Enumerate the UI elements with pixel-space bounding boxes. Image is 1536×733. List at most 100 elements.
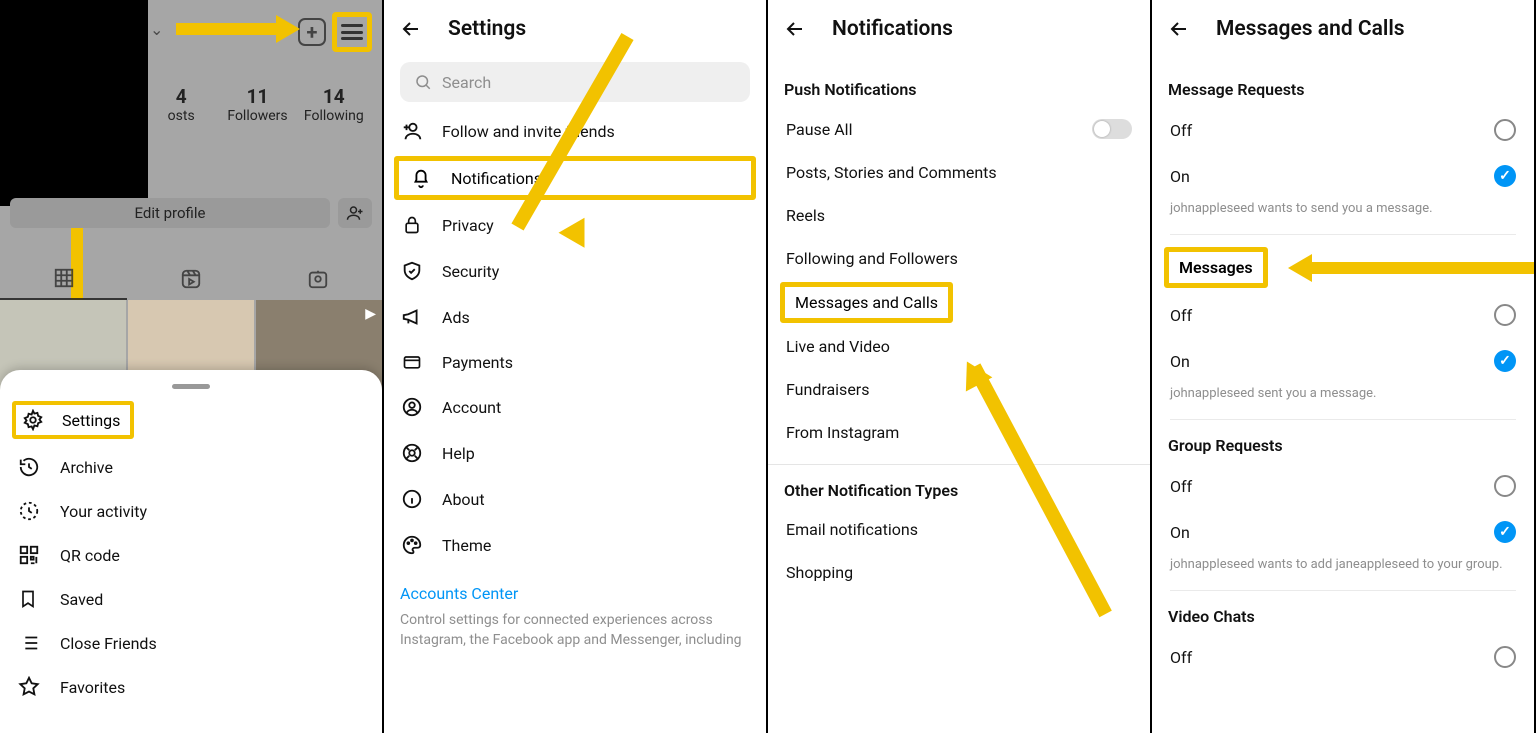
item-account[interactable]: Account <box>384 384 766 430</box>
accounts-center-link[interactable]: Accounts Center <box>384 568 766 607</box>
item-notifications[interactable]: Notifications <box>394 156 756 200</box>
radio-unselected[interactable] <box>1494 119 1516 141</box>
search-input[interactable]: Search <box>400 62 750 102</box>
radio-unselected[interactable] <box>1494 646 1516 668</box>
radio-row-off[interactable]: Off <box>1152 463 1534 509</box>
radio-row-off[interactable]: Off <box>1152 634 1534 680</box>
back-button[interactable] <box>1166 16 1192 42</box>
row-reels[interactable]: Reels <box>768 194 1150 237</box>
row-pause-all[interactable]: Pause All <box>768 107 1150 151</box>
row-messages-calls[interactable]: Messages and Calls <box>780 282 953 323</box>
accounts-center-desc: Control settings for connected experienc… <box>384 607 766 654</box>
menu-item-qr[interactable]: QR code <box>0 533 382 577</box>
item-label: Notifications <box>451 169 542 188</box>
radio-selected[interactable] <box>1494 350 1516 372</box>
toggle-off[interactable] <box>1092 119 1132 139</box>
row-following[interactable]: Following and Followers <box>768 237 1150 280</box>
section-message-requests: Message Requests <box>1152 58 1534 107</box>
chevron-down-icon[interactable]: ⌄ <box>150 20 163 39</box>
section-push: Push Notifications <box>768 58 1150 107</box>
help-icon <box>400 442 424 464</box>
row-from-instagram[interactable]: From Instagram <box>768 411 1150 454</box>
menu-label: Favorites <box>60 678 125 697</box>
radio-row-off[interactable]: Off <box>1152 107 1534 153</box>
discover-people-button[interactable] <box>338 198 372 228</box>
item-ads[interactable]: Ads <box>384 294 766 340</box>
sheet-grabber[interactable] <box>172 384 210 389</box>
panel-profile: ⌄ 4osts 11Followers 14Following Edit pro… <box>0 0 384 733</box>
stat-following[interactable]: 14Following <box>296 85 372 124</box>
tab-grid[interactable] <box>0 258 127 300</box>
panel-notifications: Notifications Push Notifications Pause A… <box>768 0 1152 733</box>
item-label: Ads <box>442 308 470 327</box>
section-group-requests: Group Requests <box>1152 426 1534 463</box>
menu-item-settings[interactable]: Settings <box>12 401 134 439</box>
menu-label: Your activity <box>60 502 147 521</box>
profile-stats: 4osts 11Followers 14Following <box>143 85 372 124</box>
item-payments[interactable]: Payments <box>384 340 766 384</box>
radio-label: Off <box>1170 648 1192 667</box>
item-about[interactable]: About <box>384 476 766 522</box>
card-icon <box>400 352 424 372</box>
item-help[interactable]: Help <box>384 430 766 476</box>
radio-selected[interactable] <box>1494 165 1516 187</box>
tab-tagged[interactable] <box>255 258 382 300</box>
stat-followers[interactable]: 11Followers <box>219 85 295 124</box>
radio-unselected[interactable] <box>1494 304 1516 326</box>
row-email[interactable]: Email notifications <box>768 508 1150 551</box>
row-label: From Instagram <box>786 423 899 442</box>
item-label: Follow and invite friends <box>442 122 615 141</box>
item-theme[interactable]: Theme <box>384 522 766 568</box>
star-icon <box>18 676 42 698</box>
tab-reels[interactable] <box>127 258 254 300</box>
hint-text: johnappleseed wants to add janeappleseed… <box>1152 555 1534 584</box>
activity-icon <box>18 500 42 522</box>
radio-row-on[interactable]: On <box>1152 153 1534 199</box>
item-label: Help <box>442 444 475 463</box>
page-title: Notifications <box>832 17 953 41</box>
qr-icon <box>18 544 42 566</box>
row-live-video[interactable]: Live and Video <box>768 325 1150 368</box>
menu-label: Archive <box>60 458 113 477</box>
stat-posts[interactable]: 4osts <box>143 85 219 124</box>
radio-row-off[interactable]: Off <box>1152 292 1534 338</box>
divider <box>1170 234 1516 235</box>
bottom-sheet-menu: Settings Archive Your activity QR code S… <box>0 370 382 733</box>
panel-messages-calls: Messages and Calls Message Requests Off … <box>1152 0 1536 733</box>
profile-tabs <box>0 258 382 300</box>
row-posts-stories[interactable]: Posts, Stories and Comments <box>768 151 1150 194</box>
menu-item-favorites[interactable]: Favorites <box>0 665 382 709</box>
radio-label: Off <box>1170 306 1192 325</box>
item-label: Account <box>442 398 501 417</box>
account-icon <box>400 396 424 418</box>
item-security[interactable]: Security <box>384 248 766 294</box>
row-label: Messages and Calls <box>795 293 938 312</box>
edit-profile-button[interactable]: Edit profile <box>10 198 330 228</box>
row-label: Reels <box>786 206 825 225</box>
divider <box>1170 590 1516 591</box>
bell-icon <box>409 167 433 189</box>
row-label: Posts, Stories and Comments <box>786 163 997 182</box>
back-button[interactable] <box>782 16 808 42</box>
radio-label: On <box>1170 523 1190 542</box>
row-label: Live and Video <box>786 337 890 356</box>
radio-selected[interactable] <box>1494 521 1516 543</box>
create-post-icon[interactable] <box>298 18 326 46</box>
gear-icon <box>22 409 46 431</box>
page-title: Settings <box>448 17 526 41</box>
menu-label: QR code <box>60 546 120 565</box>
radio-unselected[interactable] <box>1494 475 1516 497</box>
list-icon <box>18 632 42 654</box>
back-button[interactable] <box>398 16 424 42</box>
hint-text: johnappleseed wants to send you a messag… <box>1152 199 1534 228</box>
menu-item-activity[interactable]: Your activity <box>0 489 382 533</box>
menu-item-saved[interactable]: Saved <box>0 577 382 621</box>
menu-item-close-friends[interactable]: Close Friends <box>0 621 382 665</box>
hamburger-menu-button[interactable] <box>332 12 372 52</box>
menu-item-archive[interactable]: Archive <box>0 445 382 489</box>
row-label: Email notifications <box>786 520 918 539</box>
panel-settings: Settings Search Follow and invite friend… <box>384 0 768 733</box>
lock-icon <box>400 214 424 236</box>
radio-row-on[interactable]: On <box>1152 338 1534 384</box>
radio-row-on[interactable]: On <box>1152 509 1534 555</box>
